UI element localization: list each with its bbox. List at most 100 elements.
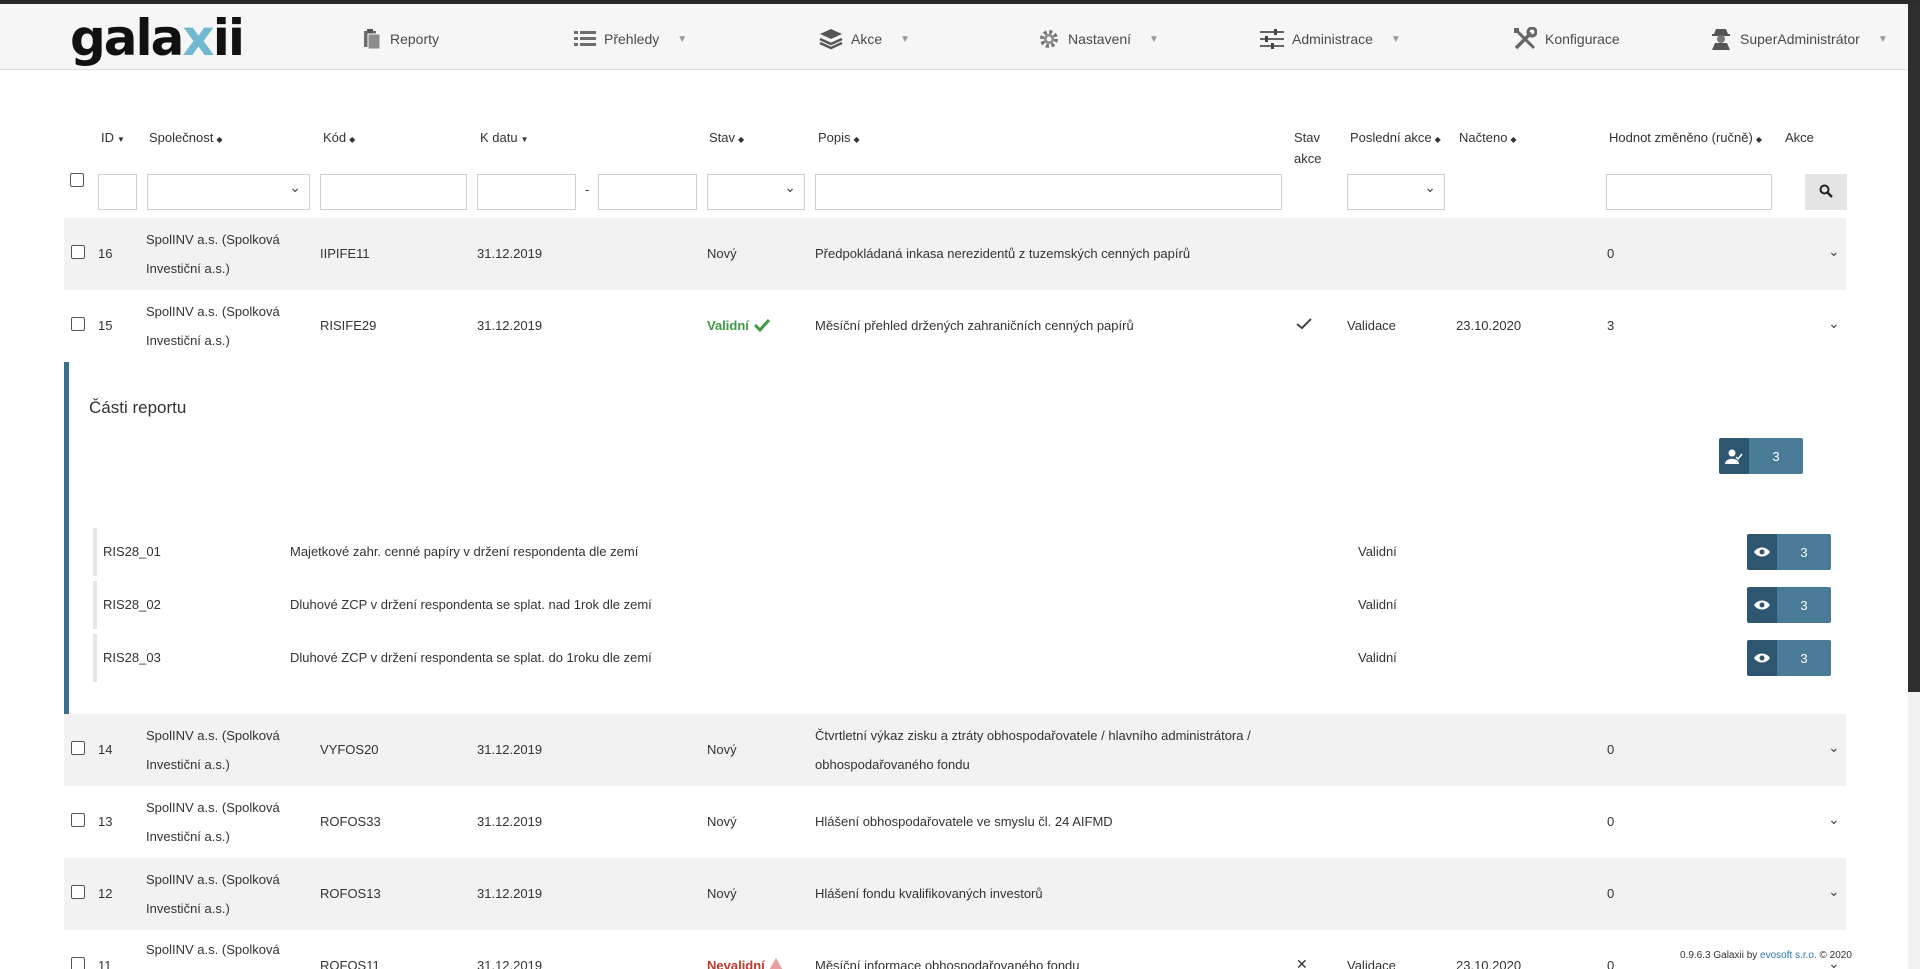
table-row[interactable]: 16 SpolINV a.s. (Spolková Investiční a.s.… <box>64 218 1846 290</box>
expand-chevron-icon[interactable]: ⌄ <box>1828 315 1840 332</box>
nav-label: Reporty <box>390 31 440 47</box>
scrollbar-thumb[interactable] <box>1908 4 1920 692</box>
expand-chevron-icon[interactable]: ⌄ <box>1828 739 1840 756</box>
report-users-count-button[interactable]: 3 <box>1719 438 1803 474</box>
filter-date-to-input[interactable] <box>598 174 697 210</box>
expand-chevron-icon[interactable]: ⌄ <box>1828 811 1840 828</box>
gear-icon <box>1038 28 1060 50</box>
row-id: 14 <box>98 742 113 757</box>
eye-icon <box>1747 534 1777 570</box>
nav-label: Akce <box>851 31 883 47</box>
table-row[interactable]: 12 SpolINV a.s. (Spolková Investiční a.s.… <box>64 858 1846 930</box>
search-button[interactable] <box>1805 174 1847 210</box>
table-row-expanded[interactable]: 15 SpolINV a.s. (Spolková Investiční a.s.… <box>64 290 1846 362</box>
nav-reporty[interactable]: Reporty <box>362 26 439 52</box>
row-id: 13 <box>98 814 113 829</box>
filter-status-select[interactable] <box>707 174 805 210</box>
row-date: 31.12.2019 <box>477 318 543 333</box>
sliders-icon <box>1260 29 1284 49</box>
row-date: 31.12.2019 <box>477 958 543 969</box>
header-spolecnost[interactable]: Společnost ◆ <box>149 129 222 149</box>
date-range-separator: - <box>585 182 590 197</box>
row-status-valid: Validní <box>707 318 771 334</box>
table-row[interactable]: 14 SpolINV a.s. (Spolková Investiční a.s.… <box>64 714 1846 786</box>
row-changed-count: 0 <box>1607 886 1615 901</box>
chevron-down-icon: ▼ <box>1149 33 1159 45</box>
row-checkbox[interactable] <box>71 885 85 899</box>
row-company: SpolINV a.s. (Spolková Investiční a.s.) <box>146 728 280 772</box>
evosoft-link[interactable]: evosoft s.r.o. <box>1760 950 1817 961</box>
row-checkbox[interactable] <box>71 317 85 331</box>
header-popis[interactable]: Popis ◆ <box>818 129 860 149</box>
nav-superadministrator[interactable]: SuperAdministrátor ▼ <box>1710 26 1888 52</box>
row-description: Hlášení fondu kvalifikovaných investorů <box>815 886 1043 901</box>
select-all-checkbox[interactable] <box>70 173 84 187</box>
row-checkbox[interactable] <box>71 245 85 259</box>
row-company: SpolINV a.s. (Spolková <box>146 942 280 957</box>
row-code: VYFOS20 <box>320 742 379 757</box>
filter-code-input[interactable] <box>320 174 467 210</box>
view-part-button[interactable]: 3 <box>1747 534 1831 570</box>
row-status: Nový <box>707 246 737 261</box>
filter-date-from-input[interactable] <box>477 174 576 210</box>
header-posledni-akce[interactable]: Poslední akce ◆ <box>1350 129 1441 149</box>
filter-company-select[interactable] <box>147 174 310 210</box>
table-row[interactable]: 11 SpolINV a.s. (Spolková ROFOS11 31.12.… <box>64 930 1846 969</box>
report-part-row[interactable]: RIS28_03 Dluhové ZCP v držení respondent… <box>93 634 1833 682</box>
row-loaded-date: 23.10.2020 <box>1456 958 1522 969</box>
nav-administrace[interactable]: Administrace ▼ <box>1260 26 1401 52</box>
row-changed-count: 0 <box>1607 742 1615 757</box>
check-icon <box>753 318 771 333</box>
row-company: SpolINV a.s. (Spolková Investiční a.s.) <box>146 800 280 844</box>
warning-icon <box>768 958 784 969</box>
chevron-down-icon: ▼ <box>1877 33 1888 45</box>
part-code: RIS28_03 <box>103 650 161 665</box>
expand-chevron-icon[interactable]: ⌄ <box>1828 243 1840 260</box>
eye-icon <box>1747 640 1777 676</box>
row-date: 31.12.2019 <box>477 246 543 261</box>
filter-description-input[interactable] <box>815 174 1282 210</box>
header-nacteno[interactable]: Načteno ◆ <box>1459 129 1517 149</box>
count-label: 3 <box>1777 534 1831 570</box>
report-parts-title: Části reportu <box>89 398 187 417</box>
view-part-button[interactable]: 3 <box>1747 587 1831 623</box>
row-status: Nový <box>707 886 737 901</box>
nav-akce[interactable]: Akce ▼ <box>819 26 910 52</box>
row-loaded-date: 23.10.2020 <box>1456 318 1522 333</box>
row-checkbox[interactable] <box>71 741 85 755</box>
search-icon <box>1819 184 1833 201</box>
filter-id-input[interactable] <box>98 174 137 210</box>
filter-changed-input[interactable] <box>1606 174 1772 210</box>
header-k-datu[interactable]: K datu ▼ <box>480 129 529 149</box>
part-status: Validní <box>1358 650 1397 665</box>
count-label: 3 <box>1777 587 1831 623</box>
nav-prehledy[interactable]: Přehledy ▼ <box>574 26 687 52</box>
header-hodnot-zmeneno[interactable]: Hodnot změněno (ručně) ◆ <box>1609 129 1762 149</box>
header-id[interactable]: ID ▼ <box>101 129 125 149</box>
galaxii-logo[interactable]: galaxii <box>70 8 245 68</box>
filter-last-action-select[interactable] <box>1347 174 1445 210</box>
row-code: ROFOS13 <box>320 886 381 901</box>
nav-label: Nastavení <box>1068 31 1132 47</box>
row-description: Čtvrtletní výkaz zisku a ztráty obhospod… <box>815 728 1251 772</box>
row-checkbox[interactable] <box>71 957 85 969</box>
clipboard-icon <box>362 28 382 50</box>
chevron-down-icon: ▼ <box>677 33 688 45</box>
action-state-x-icon: ✕ <box>1296 956 1308 969</box>
view-part-button[interactable]: 3 <box>1747 640 1831 676</box>
header-kod[interactable]: Kód ◆ <box>323 129 355 149</box>
table-row[interactable]: 13 SpolINV a.s. (Spolková Investiční a.s.… <box>64 786 1846 858</box>
nav-nastaveni[interactable]: Nastavení ▼ <box>1038 26 1159 52</box>
report-part-row[interactable]: RIS28_02 Dluhové ZCP v držení respondent… <box>93 581 1833 629</box>
nav-label: Administrace <box>1292 31 1373 47</box>
row-changed-count: 3 <box>1607 318 1615 333</box>
row-last-action: Validace <box>1347 318 1396 333</box>
expand-chevron-icon[interactable]: ⌄ <box>1828 883 1840 900</box>
part-status: Validní <box>1358 597 1397 612</box>
action-state-check-icon <box>1296 318 1312 334</box>
report-part-row[interactable]: RIS28_01 Majetkové zahr. cenné papíry v … <box>93 528 1833 576</box>
nav-konfigurace[interactable]: Konfigurace <box>1513 26 1620 52</box>
eye-icon <box>1747 587 1777 623</box>
row-checkbox[interactable] <box>71 813 85 827</box>
header-stav[interactable]: Stav ◆ <box>709 129 744 149</box>
